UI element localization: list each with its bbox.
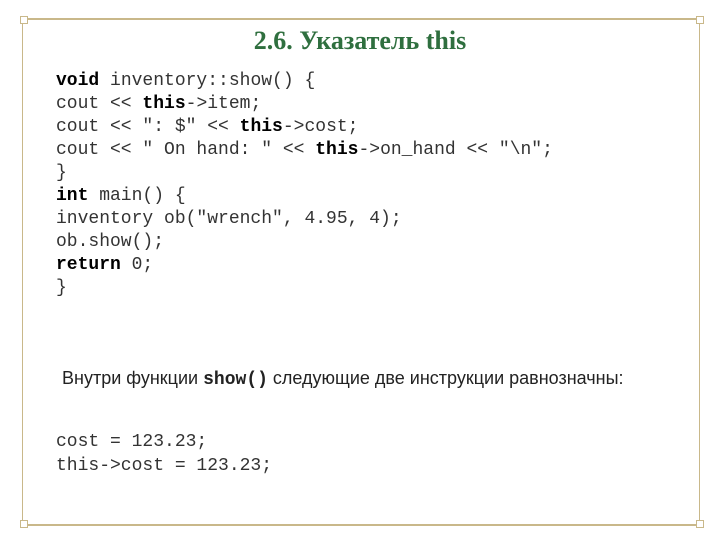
code-text: ->item; <box>186 94 262 114</box>
code-text: 0; <box>121 255 153 275</box>
para-text: Внутри функции <box>62 368 203 388</box>
keyword-this: this <box>315 140 358 160</box>
code-text: cout << <box>56 94 142 114</box>
paragraph: Внутри функции show() следующие две инст… <box>32 366 652 392</box>
code-block-main: void inventory::show() { cout << this->i… <box>56 70 553 300</box>
frame-corner <box>696 520 704 528</box>
code-text: ob.show(); <box>56 232 164 252</box>
slide-title: 2.6. Указатель this <box>0 26 720 56</box>
code-text: ->cost; <box>283 117 359 137</box>
code-text: cout << ": $" << <box>56 117 240 137</box>
code-text: } <box>56 278 67 298</box>
code-text: inventory::show() { <box>99 71 315 91</box>
keyword-this: this <box>240 117 283 137</box>
code-block-equiv: cost = 123.23; this->cost = 123.23; <box>56 430 272 478</box>
para-text: следующие две инструкции равнозначны: <box>268 368 624 388</box>
code-text: } <box>56 163 67 183</box>
frame-corner <box>696 16 704 24</box>
code-text: cout << " On hand: " << <box>56 140 315 160</box>
code-text: ->on_hand << "\n"; <box>358 140 552 160</box>
function-name: show() <box>203 370 268 390</box>
frame-corner <box>20 16 28 24</box>
code-text: inventory ob("wrench", 4.95, 4); <box>56 209 402 229</box>
frame-corner <box>20 520 28 528</box>
code-text: cost = 123.23; <box>56 432 207 452</box>
keyword-void: void <box>56 71 99 91</box>
keyword-int: int <box>56 186 88 206</box>
code-text: this->cost = 123.23; <box>56 456 272 476</box>
keyword-this: this <box>142 94 185 114</box>
keyword-return: return <box>56 255 121 275</box>
code-text: main() { <box>88 186 185 206</box>
